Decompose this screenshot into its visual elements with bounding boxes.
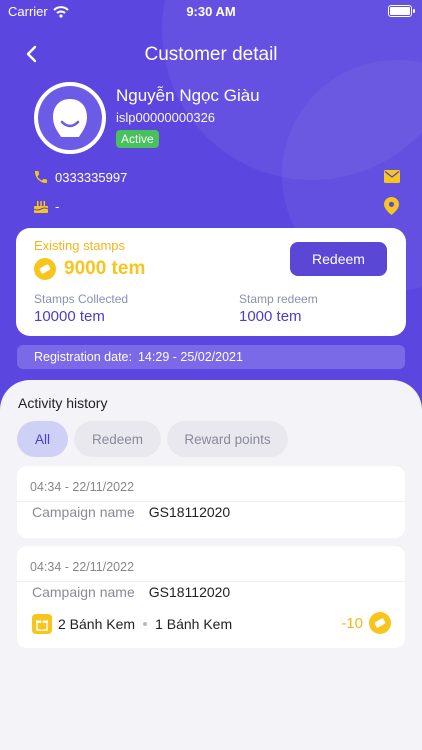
campaign-value: GS18112020 bbox=[148, 504, 231, 520]
user-avatar-icon bbox=[53, 99, 87, 137]
redeemed-value: 1000 tem bbox=[239, 308, 302, 325]
activity-tabs: All Redeem Reward points bbox=[17, 421, 288, 457]
points-value: -10 bbox=[341, 614, 363, 632]
stamp-coin-icon bbox=[34, 258, 56, 280]
phone-icon bbox=[35, 171, 47, 183]
stamp-card: Existing stamps 9000 tem Redeem Stamps C… bbox=[16, 228, 406, 336]
registration-value: 14:29 - 25/02/2021 bbox=[137, 350, 243, 364]
status-bar: Carrier 9:30 AM bbox=[0, 0, 422, 24]
activity-title: Activity history bbox=[18, 395, 108, 411]
registration-label: Registration date: bbox=[34, 350, 132, 364]
registration-bar: Registration date: 14:29 - 25/02/2021 bbox=[17, 345, 405, 369]
activity-card[interactable]: 04:34 - 22/11/2022 Campaign name GS18112… bbox=[17, 466, 405, 538]
activity-sheet: Activity history All Redeem Reward point… bbox=[0, 380, 422, 750]
gift-item: 1 Bánh Kem bbox=[155, 616, 233, 632]
page-title: Customer detail bbox=[144, 44, 278, 65]
customer-name: Nguyễn Ngọc Giàu bbox=[116, 86, 260, 105]
activity-time: 04:34 - 22/11/2022 bbox=[30, 480, 135, 494]
gift-icon bbox=[32, 614, 52, 634]
campaign-label: Campaign name bbox=[32, 504, 135, 520]
phone-number: 0333335997 bbox=[55, 169, 128, 185]
gift-row: 2 Bánh Kem 1 Bánh Kem bbox=[32, 614, 232, 634]
location-pin-icon[interactable] bbox=[384, 197, 399, 215]
battery-icon bbox=[388, 5, 415, 17]
birthday-value: - bbox=[55, 198, 60, 214]
cake-icon bbox=[33, 201, 49, 213]
avatar bbox=[34, 82, 106, 154]
separator-dot bbox=[143, 622, 148, 626]
customer-code: islp00000000326 bbox=[116, 110, 216, 125]
redeem-button[interactable]: Redeem bbox=[290, 242, 387, 276]
activity-time: 04:34 - 22/11/2022 bbox=[30, 560, 135, 574]
campaign-value: GS18112020 bbox=[148, 584, 231, 600]
collected-label: Stamps Collected bbox=[34, 292, 129, 306]
phone-row: 0333335997 bbox=[33, 169, 127, 185]
mail-icon[interactable] bbox=[384, 170, 400, 183]
existing-stamps-label: Existing stamps bbox=[34, 238, 126, 253]
stamp-coin-icon bbox=[369, 612, 391, 634]
tab-redeem[interactable]: Redeem bbox=[74, 421, 161, 457]
campaign-label: Campaign name bbox=[32, 584, 135, 600]
collected-value: 10000 tem bbox=[34, 308, 105, 325]
points-change: -10 bbox=[341, 612, 391, 634]
redeemed-label: Stamp redeem bbox=[239, 292, 318, 306]
tab-all[interactable]: All bbox=[17, 421, 68, 457]
activity-card[interactable]: 04:34 - 22/11/2022 Campaign name GS18112… bbox=[17, 546, 405, 648]
birthday-row: - bbox=[33, 198, 59, 214]
status-time: 9:30 AM bbox=[186, 4, 236, 19]
gift-item: 2 Bánh Kem bbox=[58, 616, 136, 632]
tab-reward-points[interactable]: Reward points bbox=[167, 421, 288, 457]
existing-stamps-value: 9000 tem bbox=[64, 258, 146, 279]
status-badge: Active bbox=[116, 130, 159, 148]
